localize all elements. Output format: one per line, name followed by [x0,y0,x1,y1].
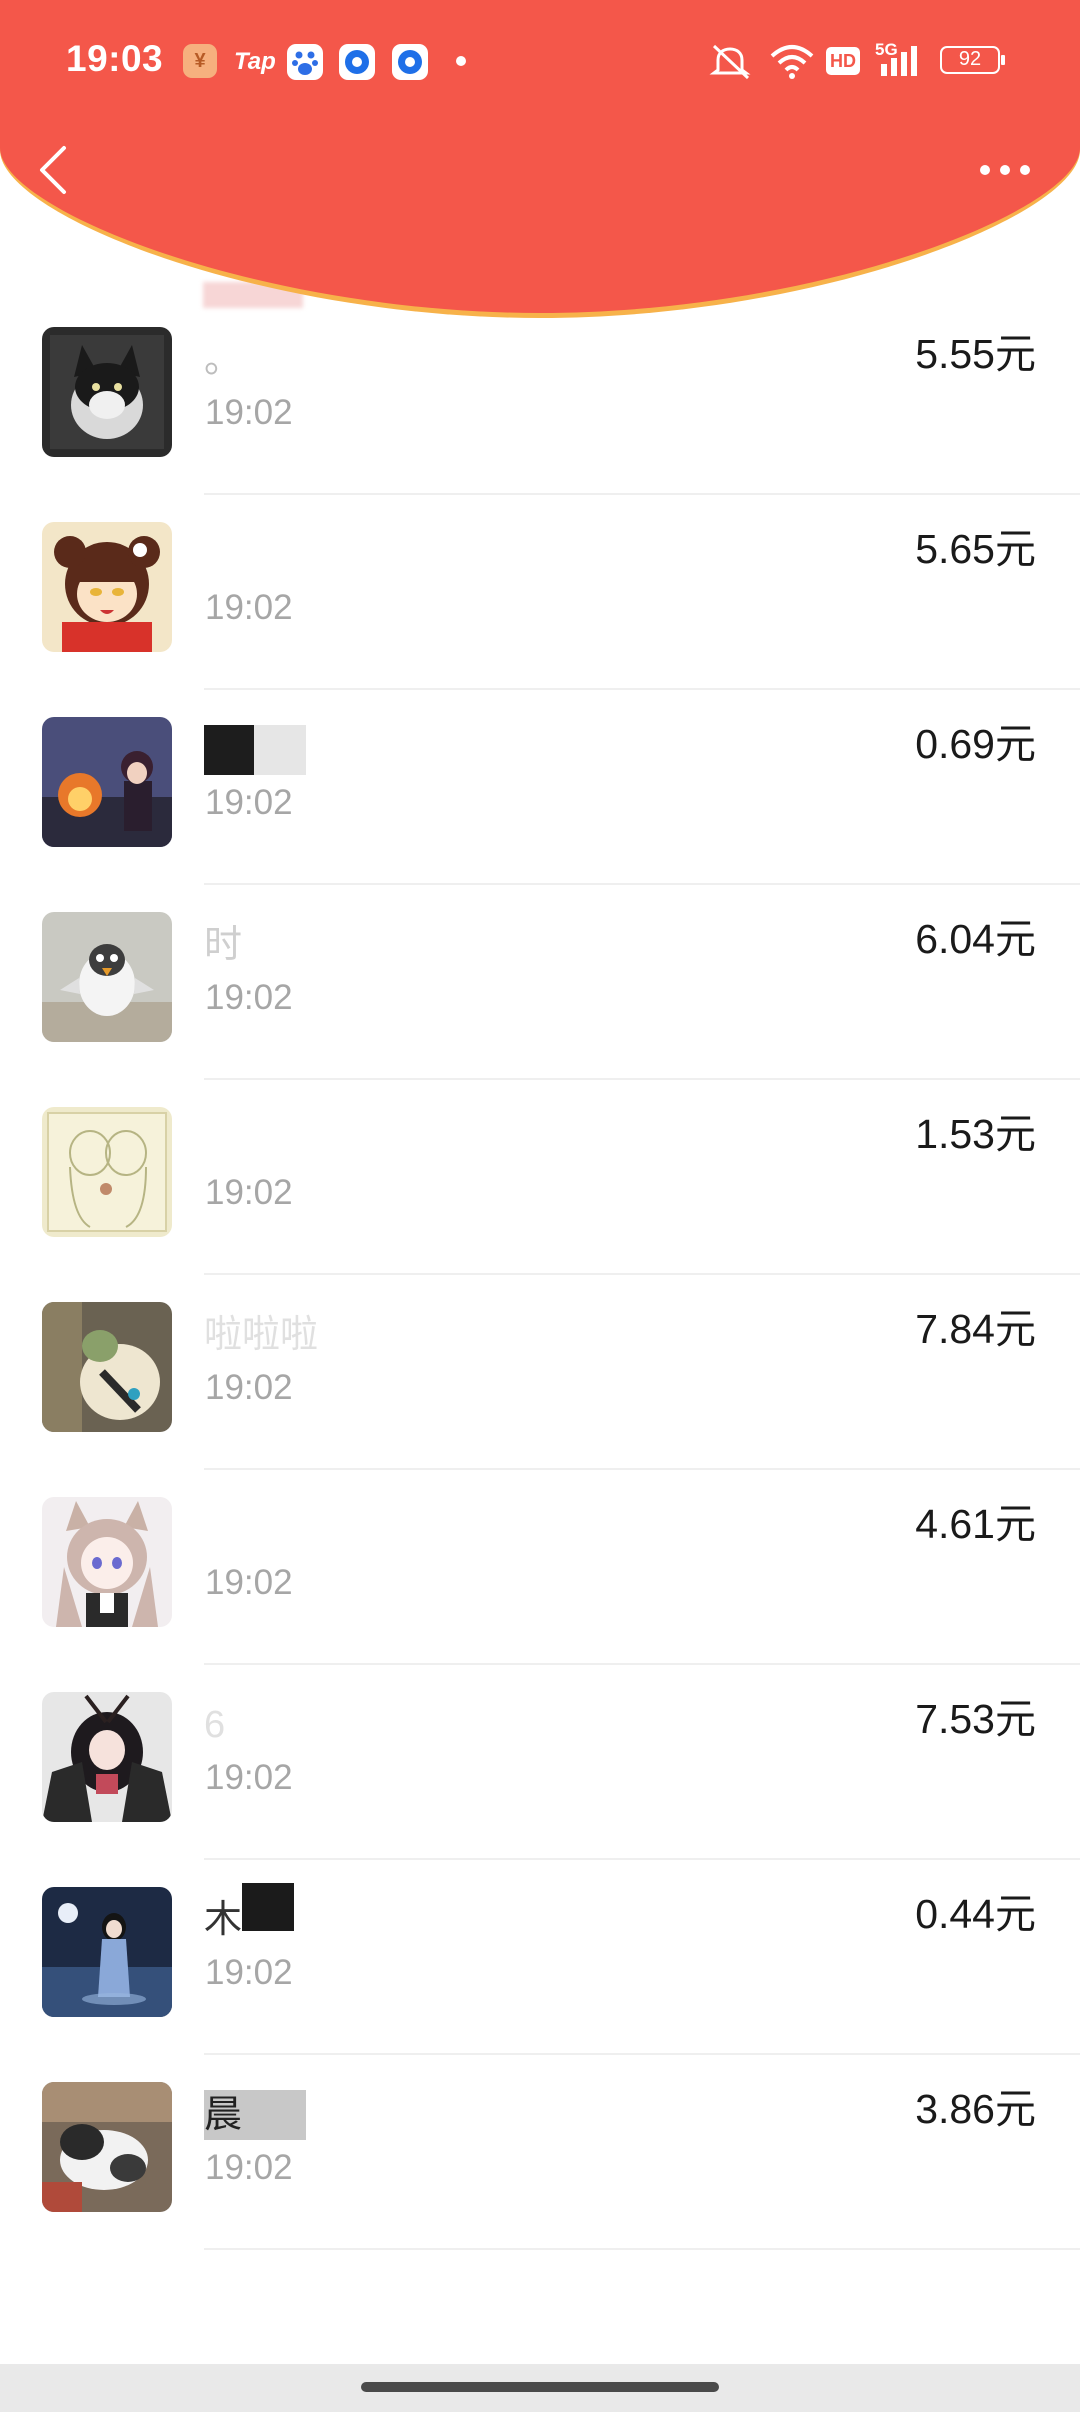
avatar[interactable] [42,1107,172,1237]
amount: 7.84元 [915,1306,1036,1352]
list-item[interactable]: 19:02 5.65元 [0,495,1080,690]
redaction-block [242,1883,295,1931]
wifi-icon [770,45,814,79]
avatar[interactable] [42,717,172,847]
list-item[interactable]: 19:02 0.69元 [0,690,1080,885]
status-bar: 19:03 ¥ Tap HD 5G 92 [0,0,1080,125]
avatar[interactable] [42,2082,172,2212]
more-notifications-dot-icon [456,56,466,66]
list-item[interactable]: 19:02 1.53元 [0,1080,1080,1275]
receiver-name-text: 晨 [204,2094,243,2136]
divider [204,2248,1080,2250]
battery-level: 92 [958,48,982,70]
receive-time: 19:02 [205,1173,293,1212]
receive-time: 19:02 [205,393,293,432]
blue-circle-app-icon [392,44,428,80]
amount: 0.69元 [915,721,1036,767]
baidu-app-icon [287,44,323,80]
receive-time: 19:02 [205,1953,293,1992]
receiver-name: 木 [204,1883,295,1945]
amount: 1.53元 [915,1111,1036,1157]
avatar[interactable] [42,1887,172,2017]
list-item[interactable]: 木 19:02 0.44元 [0,1860,1080,2055]
receive-time: 19:02 [205,588,293,627]
amount: 4.61元 [915,1501,1036,1547]
amount: 6.04元 [915,916,1036,962]
more-dots-icon [980,165,1030,175]
receive-time: 19:02 [205,978,293,1017]
avatar[interactable] [42,912,172,1042]
avatar[interactable] [42,1497,172,1627]
receiver-name: 时 [204,924,243,966]
battery-tip [1001,55,1005,65]
receiver-name [204,725,306,775]
more-options-button[interactable] [975,150,1035,190]
battery-icon: 92 [940,46,1000,74]
receive-time: 19:02 [205,1563,293,1602]
amount: 3.86元 [915,2086,1036,2132]
receive-time: 19:02 [205,2148,293,2187]
list-item[interactable]: 时 19:02 6.04元 [0,885,1080,1080]
redaction-block [204,725,254,775]
avatar[interactable] [42,327,172,457]
hd-icon: HD [826,47,860,75]
list-item[interactable]: 19:02 4.61元 [0,1470,1080,1665]
receive-time: 19:02 [205,783,293,822]
receive-time: 19:02 [205,1368,293,1407]
receiver-name: 啦啦啦 [204,1314,319,1356]
system-navigation-bar [0,2364,1080,2412]
receiver-name-text: 木 [204,1899,243,1941]
chevron-left-icon [40,146,66,194]
blue-circle-app-icon [339,44,375,80]
receiver-name: 。 [204,339,243,381]
tap-app-icon: Tap [234,48,276,75]
receiver-name: 晨 [204,2090,306,2140]
amount: 7.53元 [915,1696,1036,1742]
amount: 5.65元 [915,526,1036,572]
redaction-block [254,725,306,775]
back-button[interactable] [30,140,80,200]
avatar[interactable] [42,522,172,652]
receive-time: 19:02 [205,1758,293,1797]
yuan-app-icon: ¥ [183,44,217,78]
list-item[interactable]: 啦啦啦 19:02 7.84元 [0,1275,1080,1470]
status-time: 19:03 [66,38,164,79]
list-item[interactable]: 6 19:02 7.53元 [0,1665,1080,1860]
signal-strength-icon [881,46,917,76]
avatar[interactable] [42,1692,172,1822]
mute-bell-icon [709,44,751,80]
home-gesture-handle[interactable] [361,2382,719,2392]
amount: 0.44元 [915,1891,1036,1937]
list-item[interactable]: 晨 19:02 3.86元 [0,2055,1080,2250]
red-envelope-header: 19:03 ¥ Tap HD 5G 92 [0,0,1080,330]
avatar[interactable] [42,1302,172,1432]
receiver-name: 6 [204,1704,226,1746]
